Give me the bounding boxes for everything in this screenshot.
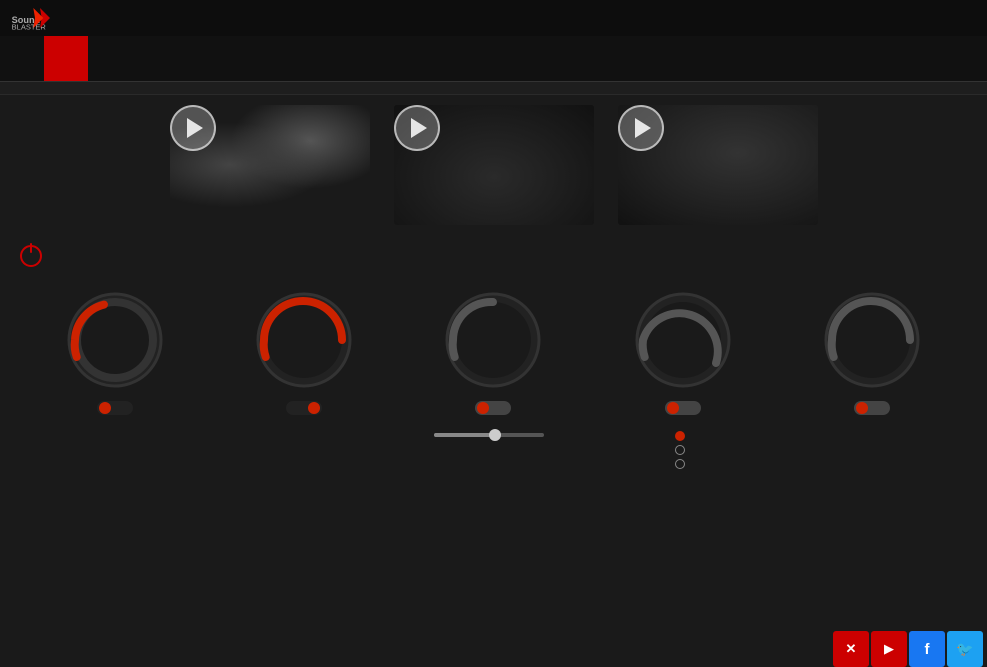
nav-item-profile[interactable] [0, 36, 44, 81]
preview-music [618, 105, 818, 231]
app-logo: Sound BLASTER [10, 4, 50, 32]
blasterx-icon[interactable]: ✕ [833, 631, 869, 667]
title-controls [889, 4, 977, 32]
game-play-button[interactable] [170, 105, 216, 151]
knobs-row [20, 285, 967, 469]
radio-dot-night [675, 459, 685, 469]
logo-area: Sound BLASTER [10, 4, 50, 32]
bass-knob[interactable] [438, 285, 548, 395]
smart-volume-knob[interactable] [628, 285, 738, 395]
crystalizer-toggle[interactable] [286, 401, 322, 415]
nav-item-settings[interactable] [220, 36, 264, 81]
breadcrumb [0, 82, 987, 95]
dialog-plus-knob-item [802, 285, 942, 421]
bass-extra [434, 429, 552, 440]
nav-item-equalizer[interactable] [88, 36, 132, 81]
nav-item-acoustic[interactable] [44, 36, 88, 81]
surround-toggle[interactable] [97, 401, 133, 415]
crystalizer-knob[interactable] [249, 285, 359, 395]
bass-slider-row [434, 433, 552, 437]
game-preview-thumb[interactable] [170, 105, 370, 225]
preview-movie [394, 105, 594, 231]
youtube-icon[interactable]: ▶ [871, 631, 907, 667]
smart-volume-toggle[interactable] [665, 401, 701, 415]
movie-play-button[interactable] [394, 105, 440, 151]
bass-toggle[interactable] [475, 401, 511, 415]
radio-dot-loud [675, 445, 685, 455]
smart-volume-loud[interactable] [675, 445, 691, 455]
surround-knob-item [45, 285, 185, 421]
bottom-bar: ✕ ▶ f 🐦 [833, 631, 987, 667]
smart-volume-standard[interactable] [675, 431, 691, 441]
engine-header [20, 245, 967, 267]
surround-knob[interactable] [60, 285, 170, 395]
music-preview-thumb[interactable] [618, 105, 818, 225]
smart-volume-knob-item [613, 285, 753, 469]
preview-section [20, 105, 967, 231]
bass-crossover-slider[interactable] [434, 433, 544, 437]
movie-preview-thumb[interactable] [394, 105, 594, 225]
nav-item-scout[interactable] [132, 36, 176, 81]
music-play-button[interactable] [618, 105, 664, 151]
crystalizer-knob-item [234, 285, 374, 421]
nav-item-voicefx[interactable] [176, 36, 220, 81]
preview-game [170, 105, 370, 231]
bass-knob-item [423, 285, 563, 440]
smart-volume-night[interactable] [675, 459, 691, 469]
close-button[interactable] [949, 4, 977, 32]
dialog-plus-knob[interactable] [817, 285, 927, 395]
radio-dot-standard [675, 431, 685, 441]
facebook-icon[interactable]: f [909, 631, 945, 667]
engine-power-button[interactable] [20, 245, 42, 267]
title-bar: Sound BLASTER [0, 0, 987, 36]
twitter-icon[interactable]: 🐦 [947, 631, 983, 667]
main-content [0, 95, 987, 654]
navigation [0, 36, 987, 82]
smart-volume-options [675, 431, 691, 469]
minimize-button[interactable] [919, 4, 947, 32]
dialog-plus-toggle[interactable] [854, 401, 890, 415]
dropdown-button[interactable] [889, 4, 917, 32]
